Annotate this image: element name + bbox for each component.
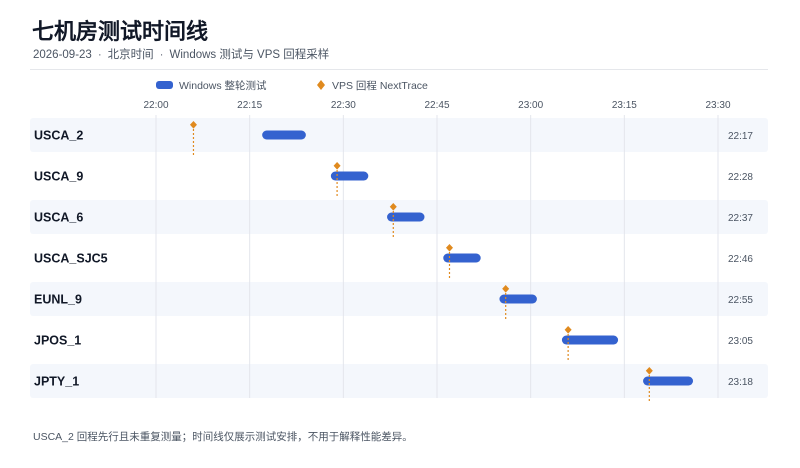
test-bar (387, 212, 425, 222)
row-end-label: 22:37 (728, 213, 753, 224)
row-label: USCA_SJC5 (34, 252, 108, 266)
x-tick-label: 22:30 (331, 100, 356, 111)
timeline-chart: Windows 整轮测试 VPS 回程 NextTrace 22:00 22:15 22… (30, 79, 768, 402)
row-label: EUNL_9 (34, 293, 82, 307)
test-bar (499, 294, 537, 304)
x-tick-label: 23:30 (705, 100, 730, 111)
row-band (30, 118, 768, 152)
test-bar (443, 253, 481, 263)
trace-marker (564, 326, 572, 334)
row-end-label: 22:55 (728, 295, 753, 306)
row-label: USCA_9 (34, 170, 83, 184)
test-bar (561, 335, 619, 345)
row-end-label: 22:17 (728, 131, 753, 142)
legend-label-vps: VPS 回程 NextTrace (332, 80, 428, 92)
row-end-label: 23:05 (728, 336, 753, 347)
legend-label-windows: Windows 整轮测试 (179, 79, 267, 92)
row-label: JPTY_1 (34, 375, 79, 389)
footnote: USCA_2 回程先行且未重复测量；时间线仅展示测试安排，不用于解释性能差异。 (33, 431, 413, 443)
test-bar (330, 171, 369, 181)
row-band (30, 282, 768, 316)
x-tick-label: 22:45 (424, 100, 449, 111)
row-end-label: 22:28 (728, 172, 753, 183)
row-label: USCA_6 (34, 211, 83, 225)
row-end-label: 23:18 (728, 377, 753, 388)
legend-bar-swatch (156, 81, 173, 89)
trace-marker (333, 162, 341, 170)
x-tick-label: 23:00 (518, 100, 543, 111)
test-bar (643, 376, 694, 386)
row-label: USCA_2 (34, 129, 83, 143)
x-tick-label: 22:15 (237, 100, 262, 111)
legend-diamond-swatch (317, 80, 325, 90)
trace-marker (445, 244, 453, 252)
x-tick-label: 23:15 (612, 100, 637, 111)
x-tick-label: 22:00 (143, 100, 168, 111)
row-end-label: 22:46 (728, 254, 753, 265)
test-bar (262, 130, 306, 140)
row-label: JPOS_1 (34, 334, 81, 348)
